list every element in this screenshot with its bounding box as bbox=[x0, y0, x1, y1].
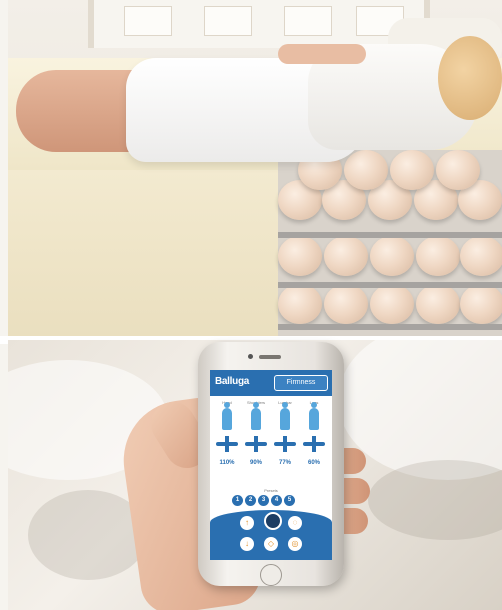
sheet-shadow bbox=[368, 460, 502, 540]
preset-button[interactable]: 2 bbox=[245, 495, 256, 506]
firmness-bar bbox=[216, 442, 238, 446]
preset-button[interactable]: 1 bbox=[232, 495, 243, 506]
body-figure-icon bbox=[251, 402, 261, 430]
firmness-bar bbox=[303, 442, 325, 446]
preset-button[interactable]: 3 bbox=[258, 495, 269, 506]
zone-value: 60% bbox=[307, 460, 320, 466]
body-figure-icon bbox=[309, 402, 319, 430]
home-button[interactable] bbox=[260, 564, 282, 586]
cushion-shelf bbox=[278, 282, 502, 288]
firmness-down-icon[interactable]: ↓ bbox=[240, 537, 254, 551]
massage-icon[interactable]: ◎ bbox=[288, 537, 302, 551]
sleep-icon[interactable] bbox=[264, 512, 282, 530]
firmness-bar bbox=[245, 442, 267, 446]
app-header: Balluga Firmness bbox=[210, 370, 332, 396]
earpiece bbox=[259, 355, 281, 359]
firmness-up-icon[interactable]: ↑ bbox=[240, 516, 254, 530]
foam-section bbox=[8, 170, 278, 336]
presets-title: Presets bbox=[264, 488, 278, 493]
body-figure-icon bbox=[280, 402, 290, 430]
cushion-shelf bbox=[278, 232, 502, 238]
person-hair bbox=[438, 36, 502, 120]
mattress-render bbox=[8, 0, 502, 336]
zone-list: Head 110% Shoulders 90% Lumbar bbox=[210, 400, 332, 486]
firmness-mode-button[interactable]: Firmness bbox=[274, 375, 328, 391]
person-arm bbox=[278, 44, 366, 64]
preset-list: 1 2 3 4 5 bbox=[232, 495, 312, 507]
image-frame: Balluga Firmness Head 110% Shoulders 90% bbox=[0, 0, 502, 610]
preset-button[interactable]: 4 bbox=[271, 495, 282, 506]
cushion-icon[interactable]: ◌ bbox=[288, 516, 302, 530]
cushion-shelf bbox=[278, 324, 502, 330]
mode-icon[interactable]: ◇ bbox=[264, 537, 278, 551]
smartphone: Balluga Firmness Head 110% Shoulders 90% bbox=[198, 342, 344, 586]
firmness-bar bbox=[274, 442, 296, 446]
phone-screen: Balluga Firmness Head 110% Shoulders 90% bbox=[210, 370, 332, 560]
front-camera bbox=[248, 354, 253, 359]
window bbox=[88, 0, 430, 48]
body-figure-icon bbox=[222, 402, 232, 430]
brand-logo: Balluga bbox=[215, 376, 250, 387]
control-panel: ↑ ◌ ↓ ◇ ◎ bbox=[210, 510, 332, 560]
air-cushion-grid bbox=[278, 150, 502, 336]
preset-button[interactable]: 5 bbox=[284, 495, 295, 506]
